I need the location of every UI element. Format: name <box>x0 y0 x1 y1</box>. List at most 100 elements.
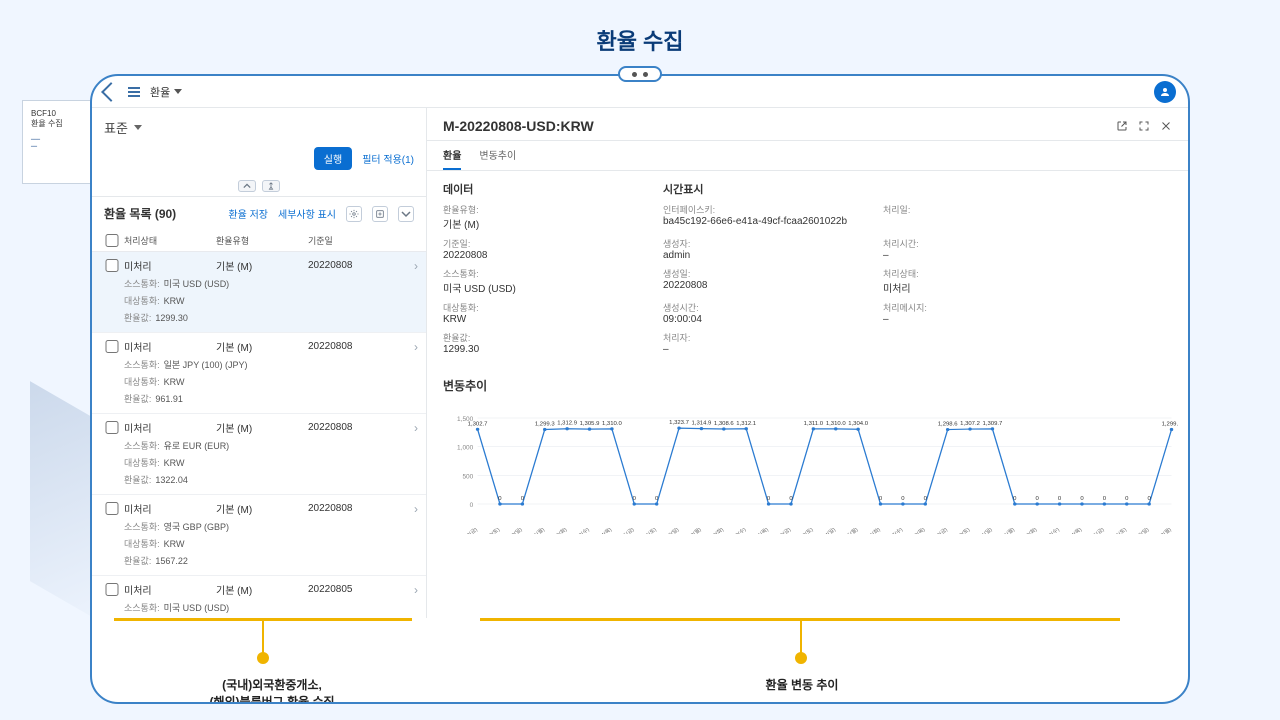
settings-icon[interactable] <box>346 206 362 222</box>
svg-text:08-03(수): 08-03(수) <box>1039 526 1061 534</box>
row-status: 미처리 <box>124 582 216 597</box>
list-icon[interactable] <box>128 87 140 97</box>
share-icon[interactable] <box>1116 120 1128 132</box>
page-title: 환율 수집 <box>0 0 1280 74</box>
frame-notch <box>618 66 662 82</box>
annotation-right: 환율 변동 추이 <box>712 676 892 693</box>
list-header: 환율 목록 (90) 환율 저장 세부사항 표시 <box>92 197 426 230</box>
svg-text:1,304.0: 1,304.0 <box>848 421 868 427</box>
section-data: 데이터 <box>443 181 663 197</box>
svg-text:07-30(토): 07-30(토) <box>950 526 972 534</box>
row-checkbox[interactable] <box>100 340 124 353</box>
dropdown-icon[interactable] <box>398 206 414 222</box>
app-window: 환율 표준 실행 필터 적용(1) 환율 목록 (9 <box>90 74 1190 704</box>
row-type: 기본 (M) <box>216 339 308 354</box>
svg-text:07-09(토): 07-09(토) <box>480 526 502 534</box>
collapse-bar <box>92 178 426 197</box>
export-icon[interactable] <box>372 206 388 222</box>
list-rows: 미처리 기본 (M) 20220808 › 소스통화:미국 USD (USD) … <box>92 252 426 618</box>
svg-text:0: 0 <box>924 496 927 502</box>
row-date: 20220808 <box>308 503 400 514</box>
row-status: 미처리 <box>124 339 216 354</box>
list-columns: 처리상태 환율유형 기준일 <box>92 230 426 252</box>
tab-trend[interactable]: 변동추이 <box>479 147 516 170</box>
detail-title: M-20220808-USD:KRW <box>443 118 594 134</box>
svg-text:07-10(일): 07-10(일) <box>501 525 524 534</box>
variant-selector[interactable]: 표준 <box>104 118 142 137</box>
detail-tabs: 환율 변동추이 <box>427 141 1188 171</box>
filter-applied-link[interactable]: 필터 적용(1) <box>362 151 414 166</box>
svg-text:07-24(일): 07-24(일) <box>815 525 838 534</box>
avatar[interactable] <box>1154 81 1176 103</box>
row-checkbox[interactable] <box>100 421 124 434</box>
svg-text:0: 0 <box>470 502 474 509</box>
svg-text:500: 500 <box>462 474 473 481</box>
svg-text:1,305.9: 1,305.9 <box>580 421 600 427</box>
breadcrumb[interactable]: 환율 <box>150 84 182 100</box>
col-type: 환율유형 <box>216 234 308 247</box>
svg-text:07-31(일): 07-31(일) <box>971 525 994 534</box>
svg-text:0: 0 <box>655 496 658 502</box>
gold-connector-right <box>800 618 802 656</box>
svg-text:08-06(토): 08-06(토) <box>1106 526 1128 534</box>
svg-text:0: 0 <box>767 496 770 502</box>
detail-header: M-20220808-USD:KRW <box>427 108 1188 141</box>
svg-text:0: 0 <box>901 496 904 502</box>
row-checkbox[interactable] <box>100 259 124 272</box>
svg-text:08-07(일): 08-07(일) <box>1128 525 1151 534</box>
svg-text:0: 0 <box>1147 496 1150 502</box>
svg-text:0: 0 <box>1013 496 1016 502</box>
close-icon[interactable] <box>1160 120 1172 132</box>
tab-rate[interactable]: 환율 <box>443 147 461 170</box>
select-all-checkbox[interactable] <box>100 234 124 247</box>
row-status: 미처리 <box>124 420 216 435</box>
chart-title: 변동추이 <box>427 371 1188 400</box>
svg-text:0: 0 <box>1036 496 1039 502</box>
table-row[interactable]: 미처리 기본 (M) 20220808 › 소스통화:유로 EUR (EUR) … <box>92 414 426 495</box>
svg-text:1,299.3: 1,299.3 <box>1162 422 1178 428</box>
svg-text:07-28(목): 07-28(목) <box>905 526 927 534</box>
svg-text:0: 0 <box>498 496 501 502</box>
pin-icon[interactable] <box>262 180 280 192</box>
row-type: 기본 (M) <box>216 501 308 516</box>
run-button[interactable]: 실행 <box>314 147 352 170</box>
svg-text:07-14(목): 07-14(목) <box>591 526 613 534</box>
back-icon[interactable] <box>101 82 121 102</box>
svg-text:07-17(일): 07-17(일) <box>658 525 681 534</box>
svg-text:1,323.7: 1,323.7 <box>669 420 689 426</box>
svg-text:07-21(목): 07-21(목) <box>748 526 770 534</box>
gold-connector-left <box>262 618 264 656</box>
row-type: 기본 (M) <box>216 420 308 435</box>
filter-actions: 실행 필터 적용(1) <box>92 143 426 178</box>
svg-text:1,312.9: 1,312.9 <box>557 421 577 427</box>
table-row[interactable]: 미처리 기본 (M) 20220808 › 소스통화:일본 JPY (100) … <box>92 333 426 414</box>
svg-text:0: 0 <box>1103 496 1106 502</box>
svg-text:1,302.7: 1,302.7 <box>468 421 488 427</box>
row-status: 미처리 <box>124 258 216 273</box>
svg-text:07-16(토): 07-16(토) <box>636 526 658 534</box>
svg-text:1,308.6: 1,308.6 <box>714 421 734 427</box>
detail-sections: 데이터 시간표시 환율유형:기본 (M) 인터페이스키:ba45c192-66e… <box>427 171 1188 371</box>
table-row[interactable]: 미처리 기본 (M) 20220805 › 소스통화:미국 USD (USD) <box>92 576 426 618</box>
detail-panel: M-20220808-USD:KRW 환율 변동추이 데이터 시간표시 <box>427 108 1188 618</box>
svg-text:1,314.9: 1,314.9 <box>692 421 712 427</box>
collapse-up-icon[interactable] <box>238 180 256 192</box>
svg-text:07-29(금): 07-29(금) <box>927 526 949 534</box>
table-row[interactable]: 미처리 기본 (M) 20220808 › 소스통화:영국 GBP (GBP) … <box>92 495 426 576</box>
chevron-right-icon: › <box>400 502 418 516</box>
fullscreen-icon[interactable] <box>1138 120 1150 132</box>
svg-text:07-25(월): 07-25(월) <box>837 525 860 534</box>
row-checkbox[interactable] <box>100 583 124 596</box>
show-detail-link[interactable]: 세부사항 표시 <box>278 206 336 221</box>
svg-text:1,310.0: 1,310.0 <box>826 421 846 427</box>
svg-text:1,000: 1,000 <box>457 445 474 452</box>
row-checkbox[interactable] <box>100 502 124 515</box>
svg-text:08-08(월): 08-08(월) <box>1150 525 1173 534</box>
list-title: 환율 목록 (90) <box>104 205 176 222</box>
svg-text:08-02(화): 08-02(화) <box>1017 526 1039 534</box>
chevron-right-icon: › <box>400 340 418 354</box>
svg-text:0: 0 <box>521 496 524 502</box>
table-row[interactable]: 미처리 기본 (M) 20220808 › 소스통화:미국 USD (USD) … <box>92 252 426 333</box>
row-type: 기본 (M) <box>216 582 308 597</box>
save-rate-link[interactable]: 환율 저장 <box>228 206 268 221</box>
